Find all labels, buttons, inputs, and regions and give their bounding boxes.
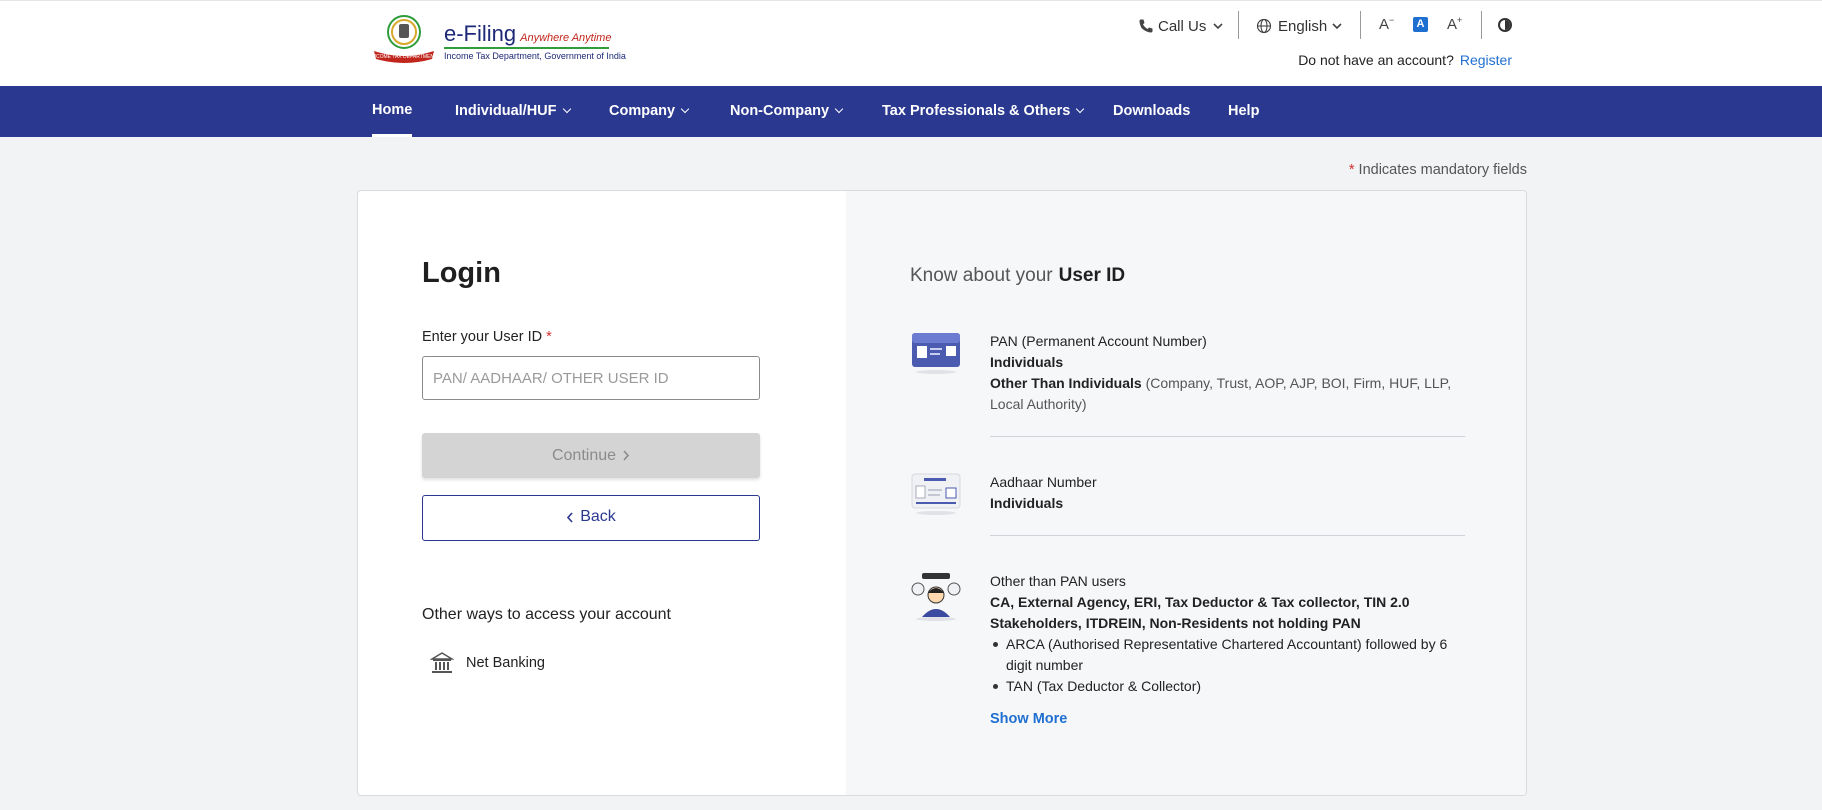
continue-button[interactable]: Continue bbox=[422, 433, 760, 478]
show-more-link[interactable]: Show More bbox=[990, 711, 1067, 727]
pan-text: PAN (Permanent Account Number) Individua… bbox=[990, 331, 1465, 415]
nav-home[interactable]: Home bbox=[372, 86, 413, 137]
language-label: English bbox=[1278, 17, 1328, 35]
header-divider bbox=[1360, 11, 1361, 39]
mandatory-note: * Indicates mandatory fields bbox=[1348, 162, 1527, 178]
list-item: TAN (Tax Deductor & Collector) bbox=[990, 676, 1465, 697]
top-header: INCOME TAX DEPARTMENT e-Filing Anywhere A… bbox=[0, 0, 1822, 86]
continue-label: Continue bbox=[551, 446, 617, 464]
chevron-down-icon bbox=[1332, 23, 1342, 30]
pan-card-icon bbox=[912, 333, 960, 374]
nav-non-company[interactable]: Non-Company bbox=[730, 86, 844, 137]
efiling-logo[interactable]: INCOME TAX DEPARTMENT e-Filing Anywhere A… bbox=[372, 15, 626, 65]
call-us-dropdown[interactable]: Call Us bbox=[1138, 13, 1223, 39]
chevron-down-icon bbox=[834, 104, 844, 114]
nav-individual-huf[interactable]: Individual/HUF bbox=[455, 86, 571, 137]
user-id-input[interactable] bbox=[422, 356, 760, 400]
divider bbox=[990, 535, 1465, 536]
net-banking-option[interactable]: Net Banking bbox=[430, 651, 545, 675]
chevron-right-icon bbox=[623, 450, 630, 461]
account-prompt: Do not have an account? Register bbox=[1298, 52, 1512, 68]
globe-icon bbox=[1256, 18, 1272, 34]
emblem-icon: INCOME TAX DEPARTMENT bbox=[372, 15, 436, 63]
nav-help[interactable]: Help bbox=[1228, 86, 1259, 137]
logo-underline bbox=[444, 47, 609, 49]
logo-title: e-Filing Anywhere Anytime bbox=[444, 21, 612, 46]
aadhaar-text: Aadhaar Number Individuals bbox=[990, 472, 1465, 514]
chevron-down-icon bbox=[680, 104, 690, 114]
pan-individuals: Individuals bbox=[990, 354, 1064, 370]
back-label: Back bbox=[580, 508, 616, 526]
other-users-categories: CA, External Agency, ERI, Tax Deductor &… bbox=[990, 594, 1410, 631]
aadhaar-individuals: Individuals bbox=[990, 495, 1064, 511]
bank-icon bbox=[430, 652, 454, 673]
other-users-title: Other than PAN users bbox=[990, 573, 1126, 589]
header-divider bbox=[1238, 11, 1239, 39]
nav-company[interactable]: Company bbox=[609, 86, 690, 137]
phone-icon bbox=[1139, 19, 1153, 33]
professionals-icon bbox=[911, 573, 961, 621]
account-prompt-text: Do not have an account? bbox=[1298, 52, 1454, 68]
login-title: Login bbox=[422, 257, 501, 289]
call-us-label: Call Us bbox=[1158, 17, 1207, 35]
pan-title: PAN (Permanent Account Number) bbox=[990, 333, 1207, 349]
logo-subtitle: Income Tax Department, Government of Ind… bbox=[444, 51, 626, 61]
svg-text:INCOME TAX DEPARTMENT: INCOME TAX DEPARTMENT bbox=[372, 54, 436, 60]
other-ways-heading: Other ways to access your account bbox=[422, 606, 671, 623]
aadhaar-card-icon bbox=[911, 473, 961, 515]
increase-font-icon[interactable]: A+ bbox=[1447, 15, 1462, 33]
chevron-left-icon bbox=[567, 512, 573, 523]
other-users-text: Other than PAN users CA, External Agency… bbox=[990, 571, 1465, 697]
header-divider bbox=[1481, 11, 1482, 39]
normal-font-icon[interactable]: A bbox=[1413, 17, 1428, 32]
chevron-down-icon bbox=[1213, 23, 1223, 30]
register-link[interactable]: Register bbox=[1460, 52, 1512, 68]
aadhaar-title: Aadhaar Number bbox=[990, 474, 1097, 490]
net-banking-label: Net Banking bbox=[466, 655, 545, 671]
chevron-down-icon bbox=[1076, 104, 1085, 114]
pan-other-than-individuals: Other Than Individuals (Company, Trust, … bbox=[990, 375, 1452, 412]
other-users-list: ARCA (Authorised Representative Chartere… bbox=[990, 634, 1465, 697]
main-nav: Home Individual/HUF Company Non-Company … bbox=[0, 86, 1822, 137]
know-user-id-heading: Know about your User ID bbox=[910, 265, 1126, 286]
contrast-icon[interactable] bbox=[1498, 18, 1512, 32]
login-card: Login Enter your User ID * Continue Back… bbox=[357, 190, 1527, 796]
logo-tagline: Anywhere Anytime bbox=[520, 32, 612, 44]
nav-tax-professionals[interactable]: Tax Professionals & Others bbox=[882, 86, 1085, 137]
back-button[interactable]: Back bbox=[422, 495, 760, 541]
decrease-font-icon[interactable]: A− bbox=[1379, 15, 1394, 33]
user-id-label: Enter your User ID * bbox=[422, 329, 552, 345]
list-item: ARCA (Authorised Representative Chartere… bbox=[990, 634, 1465, 676]
divider bbox=[990, 436, 1465, 437]
nav-downloads[interactable]: Downloads bbox=[1113, 86, 1190, 137]
language-dropdown[interactable]: English bbox=[1256, 13, 1342, 39]
chevron-down-icon bbox=[562, 104, 571, 114]
